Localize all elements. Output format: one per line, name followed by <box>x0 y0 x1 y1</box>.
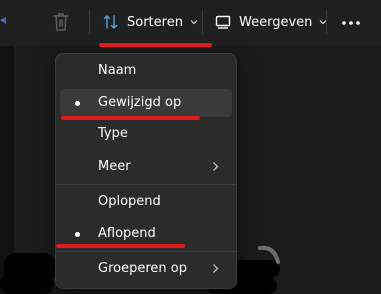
view-icon <box>215 15 231 29</box>
menu-item-meer[interactable]: Meer <box>60 153 232 181</box>
menu-item-groeperen-op[interactable]: Groeperen op <box>60 255 232 283</box>
toolbar-separator <box>202 10 203 34</box>
chevron-down-icon <box>190 20 198 25</box>
menu-item-naam[interactable]: Naam <box>60 57 232 85</box>
sort-icon <box>103 15 118 29</box>
menu-item-label: Naam <box>98 63 137 78</box>
menu-item-label: Type <box>98 126 128 141</box>
menu-item-oplopend[interactable]: Oplopend <box>60 188 232 216</box>
command-bar: Sorteren Weergeven <box>0 0 381 46</box>
menu-item-type[interactable]: Type <box>60 120 232 148</box>
selected-dot-icon <box>75 232 80 237</box>
highlight-underline-modified <box>61 116 200 120</box>
view-button[interactable]: Weergeven <box>215 8 327 36</box>
thumbnail-shape <box>258 245 280 264</box>
menu-separator <box>56 184 236 185</box>
toolbar-separator <box>326 10 327 34</box>
menu-item-gewijzigd-op[interactable]: Gewijzigd op <box>60 89 232 117</box>
more-icon[interactable] <box>340 14 362 32</box>
menu-separator <box>56 251 236 252</box>
sort-button-label: Sorteren <box>127 14 183 30</box>
selected-dot-icon <box>75 101 80 106</box>
toolbar-separator <box>89 10 90 34</box>
sort-menu: Naam Gewijzigd op Type Meer Oplopend Afl… <box>55 53 237 289</box>
chevron-right-icon <box>213 162 219 171</box>
menu-item-label: Oplopend <box>98 194 161 209</box>
share-icon[interactable] <box>0 14 8 30</box>
redaction-mark <box>0 274 54 294</box>
view-button-label: Weergeven <box>239 14 313 30</box>
highlight-underline-sort <box>99 43 212 47</box>
menu-item-label: Gewijzigd op <box>98 95 182 110</box>
menu-item-label: Aflopend <box>98 226 156 241</box>
trash-icon[interactable] <box>51 11 71 33</box>
sort-button[interactable]: Sorteren <box>103 8 198 36</box>
chevron-right-icon <box>213 264 219 273</box>
menu-item-label: Meer <box>98 159 131 174</box>
highlight-underline-descending <box>56 244 185 248</box>
menu-item-label: Groeperen op <box>98 261 187 276</box>
